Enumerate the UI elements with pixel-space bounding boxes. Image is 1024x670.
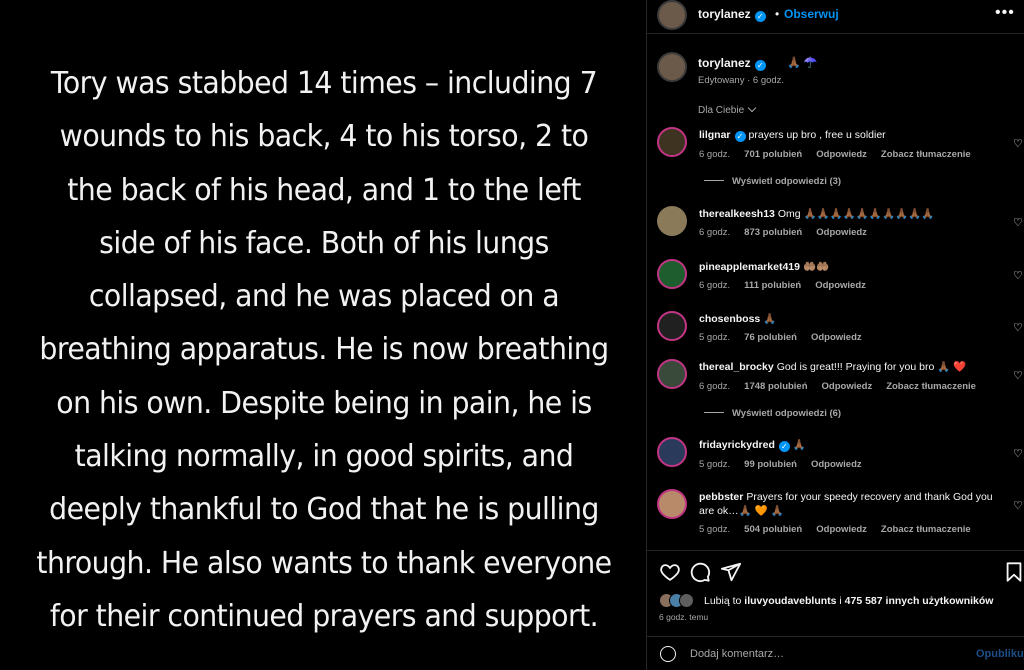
follow-button[interactable]: Obserwuj: [784, 7, 839, 21]
comment-meta: 5 godz. 504 polubień Odpowiedz Zobacz tłuma…: [699, 524, 985, 535]
comment-body: pebbster Prayers for your speedy recovery…: [699, 490, 999, 518]
comment-like-heart-icon[interactable]: ♡: [1013, 216, 1024, 229]
comment-icon[interactable]: [689, 561, 711, 583]
header-username[interactable]: torylanez ✓: [698, 7, 766, 22]
comment-likes[interactable]: 111 polubień: [744, 280, 801, 291]
comment-likes[interactable]: 1748 polubień: [744, 381, 807, 392]
chevron-down-icon: [747, 103, 757, 113]
avatar[interactable]: [657, 489, 687, 519]
comment-body: pineapplemarket419 🤲🏽🤲🏽: [699, 260, 999, 274]
comment-box: Opublikuj: [647, 636, 1024, 670]
avatar: [679, 593, 694, 608]
caption-username[interactable]: torylanez ✓: [698, 56, 766, 71]
comment-text: prayers up bro , free u soldier: [748, 129, 886, 141]
translate-button[interactable]: Zobacz tłumaczenie: [881, 524, 971, 535]
comment-text: 🙏🏾: [763, 313, 777, 325]
post-header: torylanez ✓ • Obserwuj •••: [647, 0, 1024, 34]
comment-text: Omg 🙏🏾🙏🏾🙏🏾🙏🏾🙏🏾🙏🏾🙏🏾🙏🏾🙏🏾🙏🏾: [777, 208, 935, 220]
comment-username[interactable]: therealkeesh13: [699, 208, 775, 220]
post-side-panel: torylanez ✓ • Obserwuj ••• torylanez ✓ 🙏🏾 …: [646, 0, 1024, 670]
caption-meta: Edytowany · 6 godz.: [698, 75, 785, 86]
separator: •: [775, 7, 780, 21]
comment-body: chosenboss 🙏🏾: [699, 312, 999, 326]
comment-time: 6 godz.: [699, 227, 731, 238]
reply-button[interactable]: Odpowiedz: [811, 459, 862, 470]
verified-badge-icon: ✓: [754, 11, 766, 22]
bookmark-icon[interactable]: [1003, 561, 1024, 583]
reply-button[interactable]: Odpowiedz: [811, 332, 862, 343]
avatar[interactable]: [657, 0, 687, 30]
publish-button[interactable]: Opublikuj: [976, 648, 1024, 660]
comment-body: therealkeesh13 Omg 🙏🏾🙏🏾🙏🏾🙏🏾🙏🏾🙏🏾🙏🏾🙏🏾🙏🏾🙏🏾: [699, 207, 999, 221]
more-options-icon[interactable]: •••: [995, 4, 1015, 22]
comment-username[interactable]: pineapplemarket419: [699, 261, 800, 273]
comment-body: thereal_brocky God is great!!! Praying fo…: [699, 360, 999, 374]
comment-likes[interactable]: 504 polubień: [744, 524, 802, 535]
avatar[interactable]: [657, 206, 687, 236]
comment-like-heart-icon[interactable]: ♡: [1013, 269, 1024, 282]
comment-like-heart-icon[interactable]: ♡: [1013, 447, 1024, 460]
comment-sort-dropdown[interactable]: Dla Ciebie: [698, 103, 757, 116]
avatar[interactable]: [657, 437, 687, 467]
likers-avatars[interactable]: [659, 593, 699, 609]
avatar[interactable]: [657, 311, 687, 341]
reply-button[interactable]: Odpowiedz: [822, 381, 873, 392]
comment-time: 6 godz.: [699, 280, 731, 291]
verified-badge-icon: ✓: [778, 441, 790, 452]
reply-button[interactable]: Odpowiedz: [816, 149, 867, 160]
comment-username[interactable]: thereal_brocky: [699, 361, 774, 373]
reply-button[interactable]: Odpowiedz: [816, 524, 867, 535]
verified-badge-icon: ✓: [734, 131, 746, 142]
comment-username[interactable]: chosenboss: [699, 313, 760, 325]
reply-button[interactable]: Odpowiedz: [815, 280, 866, 291]
translate-button[interactable]: Zobacz tłumaczenie: [886, 381, 976, 392]
comment-meta: 5 godz. 99 polubień Odpowiedz: [699, 459, 876, 470]
comment-time: 5 godz.: [699, 332, 731, 343]
post-text: Tory was stabbed 14 times – including 7 …: [36, 66, 612, 634]
comment-likes[interactable]: 701 polubień: [744, 149, 802, 160]
comment-like-heart-icon[interactable]: ♡: [1013, 137, 1024, 150]
comment-time: 6 godz.: [699, 381, 731, 392]
comment-username[interactable]: lilgnar: [699, 129, 731, 141]
comment-time: 5 godz.: [699, 459, 731, 470]
likes-summary[interactable]: Lubią to iluvyoudaveblunts i 475 587 inn…: [704, 595, 993, 607]
comment-likes[interactable]: 99 polubień: [744, 459, 797, 470]
comment-body: fridayrickydred ✓ 🙏🏾: [699, 438, 999, 452]
comment-likes[interactable]: 76 polubień: [744, 332, 797, 343]
comment-text: God is great!!! Praying for you bro 🙏🏾 ❤…: [776, 361, 967, 373]
comment-like-heart-icon[interactable]: ♡: [1013, 369, 1024, 382]
comment-like-heart-icon[interactable]: ♡: [1013, 499, 1024, 512]
comment-time: 6 godz.: [699, 149, 731, 160]
view-replies-button[interactable]: Wyświetl odpowiedzi (6): [704, 408, 841, 419]
comment-like-heart-icon[interactable]: ♡: [1013, 321, 1024, 334]
comment-username[interactable]: pebbster: [699, 491, 743, 503]
reply-button[interactable]: Odpowiedz: [816, 227, 867, 238]
comment-meta: 5 godz. 76 polubień Odpowiedz: [699, 332, 876, 343]
comment-username[interactable]: fridayrickydred: [699, 439, 775, 451]
comment-meta: 6 godz. 701 polubień Odpowiedz Zobacz tłuma…: [699, 149, 985, 160]
translate-button[interactable]: Zobacz tłumaczenie: [881, 149, 971, 160]
comment-text: 🙏🏾: [792, 439, 806, 451]
emoji-icon[interactable]: [660, 646, 676, 662]
caption-avatar[interactable]: [657, 52, 687, 82]
comment-meta: 6 godz. 873 polubień Odpowiedz: [699, 227, 881, 238]
comment-input[interactable]: [690, 644, 950, 664]
avatar[interactable]: [657, 259, 687, 289]
comment-time: 5 godz.: [699, 524, 731, 535]
comment-body: lilgnar ✓ prayers up bro , free u soldier: [699, 128, 999, 142]
comment-meta: 6 godz. 111 polubień Odpowiedz: [699, 280, 880, 291]
comment-likes[interactable]: 873 polubień: [744, 227, 802, 238]
post-timestamp: 6 godz. temu: [659, 612, 709, 622]
avatar[interactable]: [657, 127, 687, 157]
comment-text: 🤲🏽🤲🏽: [802, 261, 830, 273]
view-replies-button[interactable]: Wyświetl odpowiedzi (3): [704, 176, 841, 187]
avatar[interactable]: [657, 359, 687, 389]
comment-meta: 6 godz. 1748 polubień Odpowiedz Zobacz tłum…: [699, 381, 990, 392]
share-icon[interactable]: [720, 561, 742, 583]
caption-text: 🙏🏾 ☂️: [787, 57, 818, 69]
verified-badge-icon: ✓: [754, 60, 766, 71]
heart-icon[interactable]: [659, 561, 681, 583]
post-image: Tory was stabbed 14 times – including 7 …: [0, 0, 646, 670]
